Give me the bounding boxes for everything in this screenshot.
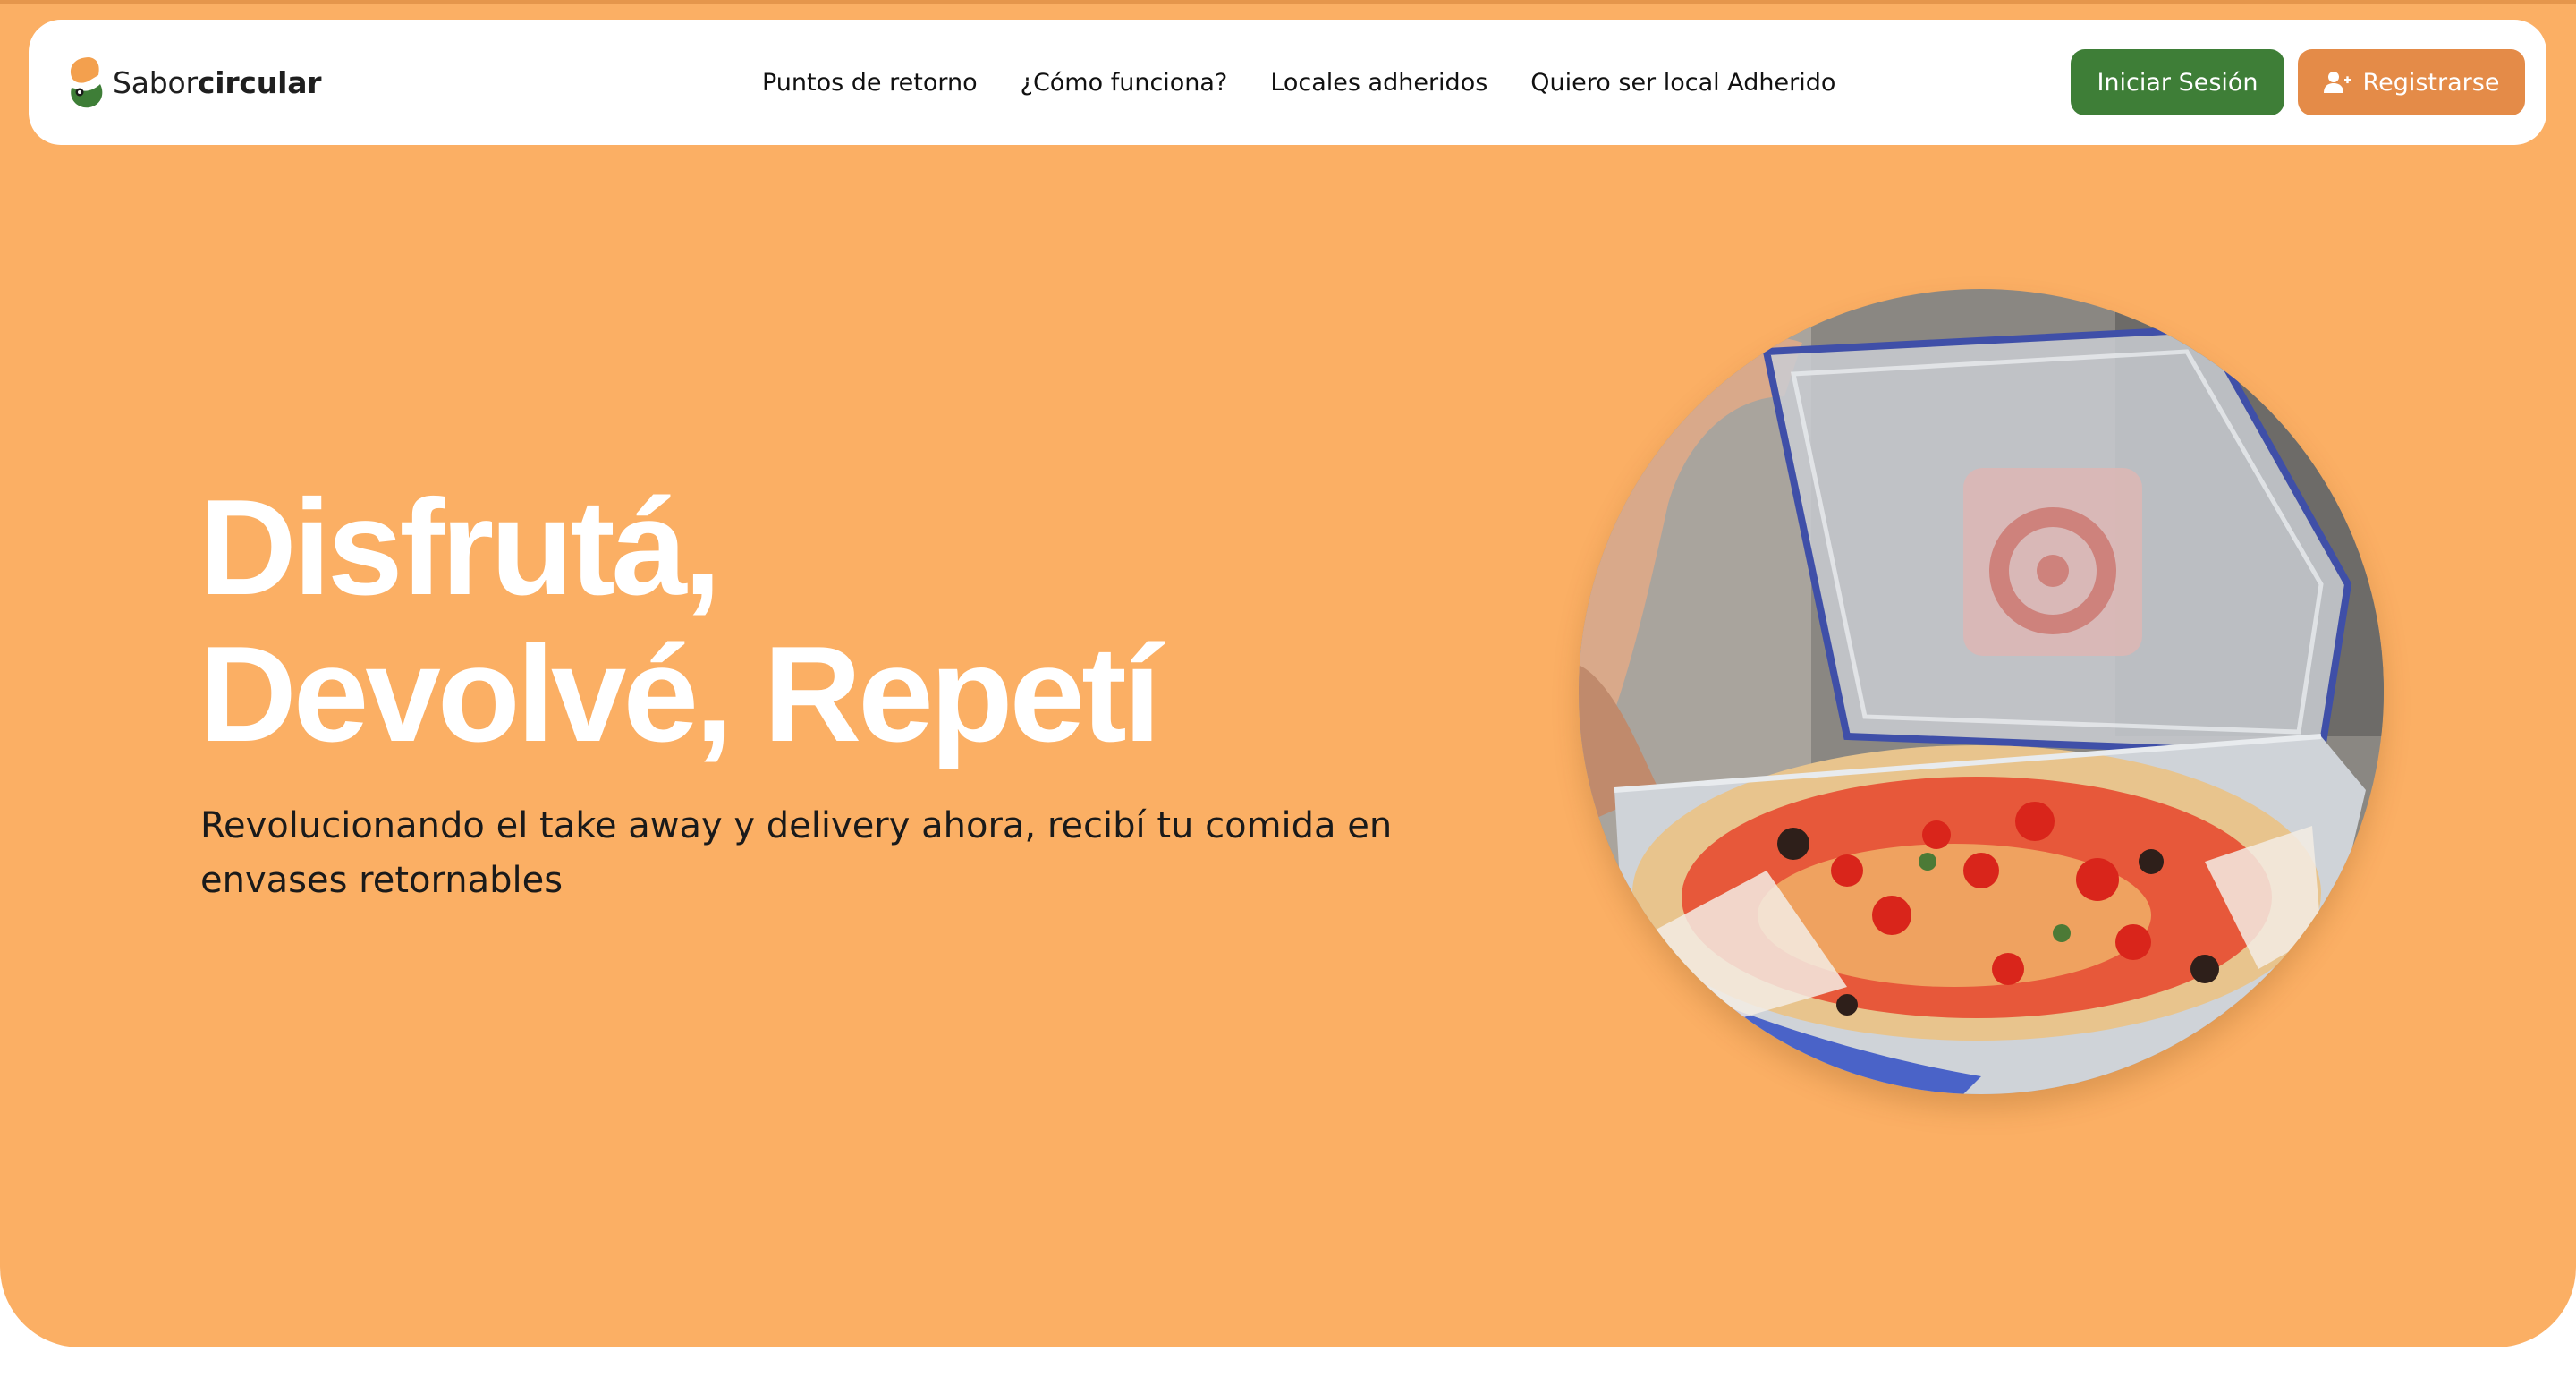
navbar: Saborcircular Puntos de retorno ¿Cómo fu… bbox=[29, 20, 2546, 145]
user-plus-icon bbox=[2323, 72, 2351, 93]
hero-title-line2: Devolvé, Repetí bbox=[199, 618, 1161, 770]
brand[interactable]: Saborcircular bbox=[63, 52, 322, 113]
nav-links: Puntos de retorno ¿Cómo funciona? Locale… bbox=[762, 20, 1878, 145]
hero-section: Saborcircular Puntos de retorno ¿Cómo fu… bbox=[0, 0, 2576, 1347]
hero-title: Disfrutá, Devolvé, Repetí bbox=[199, 472, 1161, 770]
nav-link-como-funciona[interactable]: ¿Cómo funciona? bbox=[1021, 69, 1228, 97]
brand-name: Saborcircular bbox=[113, 64, 322, 100]
login-button-label: Iniciar Sesión bbox=[2097, 68, 2258, 97]
nav-link-locales-adheridos[interactable]: Locales adheridos bbox=[1270, 69, 1487, 97]
hero-subtitle: Revolucionando el take away y delivery a… bbox=[200, 805, 1393, 901]
login-button[interactable]: Iniciar Sesión bbox=[2071, 49, 2284, 115]
pizza-in-reusable-container-photo-icon bbox=[1579, 289, 2384, 1094]
hero-pizza-image bbox=[1579, 289, 2384, 1094]
nav-link-puntos-de-retorno[interactable]: Puntos de retorno bbox=[762, 69, 978, 97]
register-button[interactable]: Registrarse bbox=[2298, 49, 2525, 115]
brand-name-part2: circular bbox=[197, 64, 322, 100]
top-border bbox=[0, 0, 2576, 4]
nav-link-quiero-ser-local[interactable]: Quiero ser local Adherido bbox=[1530, 69, 1835, 97]
brand-name-part1: Sabor bbox=[113, 64, 198, 100]
sabor-circular-logo-icon bbox=[70, 57, 103, 108]
hero-title-line1: Disfrutá, bbox=[199, 472, 722, 624]
register-button-label: Registrarse bbox=[2362, 68, 2500, 97]
